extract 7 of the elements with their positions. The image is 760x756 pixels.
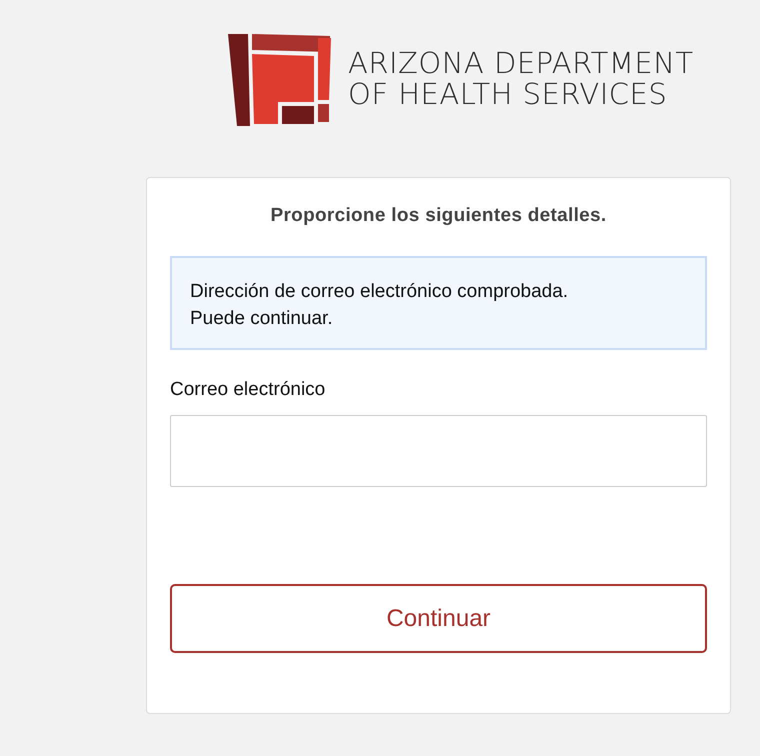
logo-icon (228, 32, 332, 126)
logo-text: ARIZONA DEPARTMENT OF HEALTH SERVICES (348, 48, 694, 110)
email-label: Correo electrónico (170, 378, 326, 402)
info-message: Dirección de correo electrónico comprobada. Puede continuar. (170, 256, 707, 350)
continue-button[interactable]: Continuar (170, 584, 707, 653)
form-heading: Proporcione los siguientes detalles. (270, 204, 608, 228)
email-field[interactable] (170, 415, 707, 487)
